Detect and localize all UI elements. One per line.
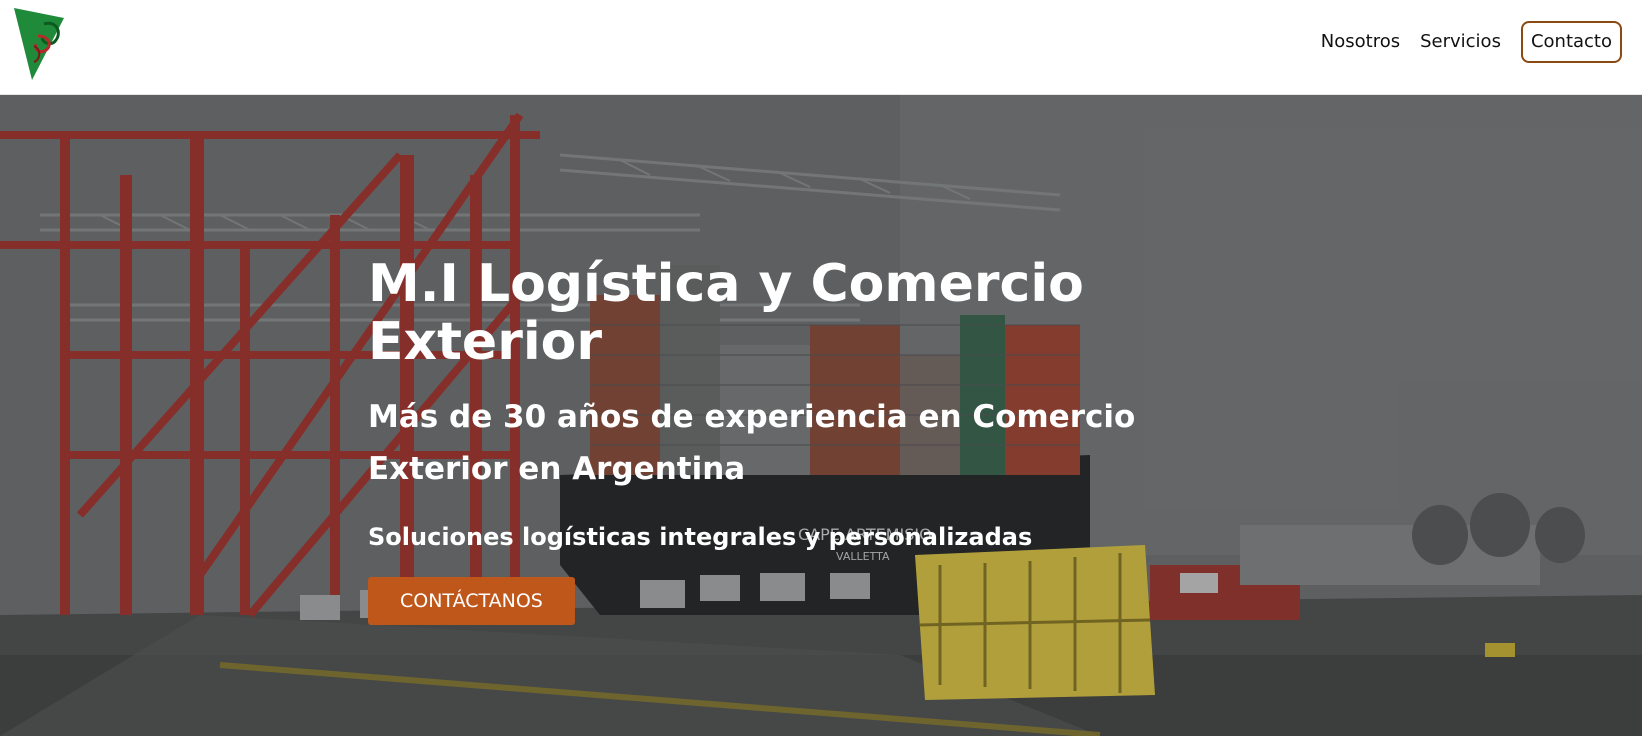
contact-cta-button[interactable]: CONTÁCTANOS [368, 577, 575, 626]
hero-subtitle: Más de 30 años de experiencia en Comerci… [368, 399, 1136, 488]
triangle-logo-icon [14, 8, 64, 80]
hero-content: M.I Logística y Comercio Exterior Más de… [368, 254, 1268, 626]
logo-link[interactable] [12, 6, 66, 82]
hero-tagline: Soluciones logísticas integrales y perso… [368, 523, 1033, 552]
hero-section: CAPE ARTEMISIO VALLETTA M.I Logística y … [0, 95, 1642, 736]
site-header: Nosotros Servicios Contacto [0, 0, 1642, 95]
nav-link-contacto[interactable]: Contacto [1520, 21, 1622, 63]
nav-link-servicios[interactable]: Servicios [1420, 33, 1501, 51]
main-nav: Nosotros Servicios Contacto [1321, 20, 1622, 64]
nav-link-nosotros[interactable]: Nosotros [1321, 33, 1400, 51]
hero-title: M.I Logística y Comercio Exterior [368, 254, 1084, 373]
